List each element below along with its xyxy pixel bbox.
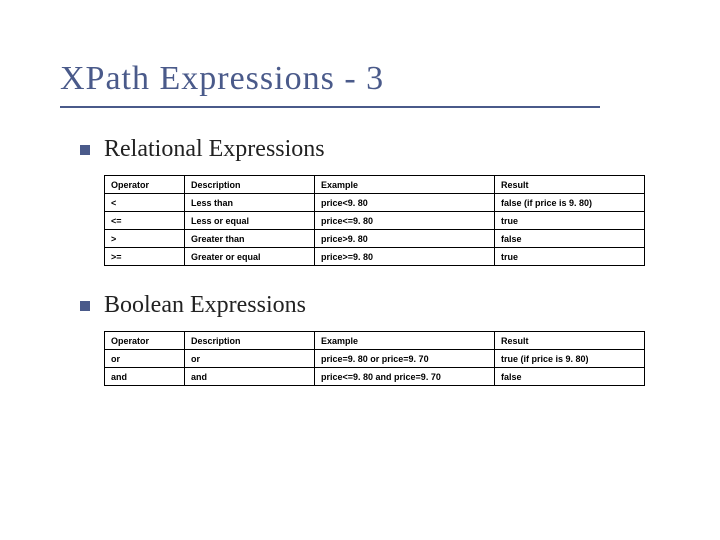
- col-header: Operator: [105, 176, 185, 194]
- table-container: Operator Description Example Result < Le…: [104, 175, 660, 266]
- cell: Greater than: [185, 230, 315, 248]
- cell: true (if price is 9. 80): [495, 350, 645, 368]
- cell: <: [105, 194, 185, 212]
- cell: Less than: [185, 194, 315, 212]
- cell: true: [495, 248, 645, 266]
- table-container: Operator Description Example Result or o…: [104, 331, 660, 386]
- section-header: Boolean Expressions: [80, 292, 660, 319]
- cell: price>9. 80: [315, 230, 495, 248]
- col-header: Result: [495, 332, 645, 350]
- cell: >: [105, 230, 185, 248]
- table-row: and and price<=9. 80 and price=9. 70 fal…: [105, 368, 645, 386]
- col-header: Example: [315, 176, 495, 194]
- cell: price=9. 80 or price=9. 70: [315, 350, 495, 368]
- cell: price>=9. 80: [315, 248, 495, 266]
- boolean-table: Operator Description Example Result or o…: [104, 331, 645, 386]
- cell: false: [495, 230, 645, 248]
- section-heading: Relational Expressions: [104, 136, 325, 163]
- section-heading: Boolean Expressions: [104, 292, 306, 319]
- table-header-row: Operator Description Example Result: [105, 176, 645, 194]
- col-header: Example: [315, 332, 495, 350]
- table-row: < Less than price<9. 80 false (if price …: [105, 194, 645, 212]
- slide-title: XPath Expressions - 3: [60, 60, 660, 98]
- bullet-icon: [80, 145, 90, 155]
- relational-table: Operator Description Example Result < Le…: [104, 175, 645, 266]
- table-row: > Greater than price>9. 80 false: [105, 230, 645, 248]
- col-header: Description: [185, 176, 315, 194]
- slide-content: XPath Expressions - 3 Relational Express…: [0, 0, 720, 452]
- cell: Less or equal: [185, 212, 315, 230]
- cell: false: [495, 368, 645, 386]
- cell: price<=9. 80: [315, 212, 495, 230]
- cell: or: [105, 350, 185, 368]
- col-header: Operator: [105, 332, 185, 350]
- cell: and: [185, 368, 315, 386]
- cell: price<9. 80: [315, 194, 495, 212]
- table-row: <= Less or equal price<=9. 80 true: [105, 212, 645, 230]
- cell: or: [185, 350, 315, 368]
- bullet-icon: [80, 301, 90, 311]
- section-boolean: Boolean Expressions Operator Description…: [80, 292, 660, 386]
- cell: price<=9. 80 and price=9. 70: [315, 368, 495, 386]
- table-row: >= Greater or equal price>=9. 80 true: [105, 248, 645, 266]
- section-relational: Relational Expressions Operator Descript…: [80, 136, 660, 266]
- cell: and: [105, 368, 185, 386]
- title-underline: [60, 106, 600, 108]
- col-header: Description: [185, 332, 315, 350]
- table-row: or or price=9. 80 or price=9. 70 true (i…: [105, 350, 645, 368]
- cell: false (if price is 9. 80): [495, 194, 645, 212]
- cell: <=: [105, 212, 185, 230]
- cell: Greater or equal: [185, 248, 315, 266]
- cell: >=: [105, 248, 185, 266]
- cell: true: [495, 212, 645, 230]
- table-header-row: Operator Description Example Result: [105, 332, 645, 350]
- col-header: Result: [495, 176, 645, 194]
- section-header: Relational Expressions: [80, 136, 660, 163]
